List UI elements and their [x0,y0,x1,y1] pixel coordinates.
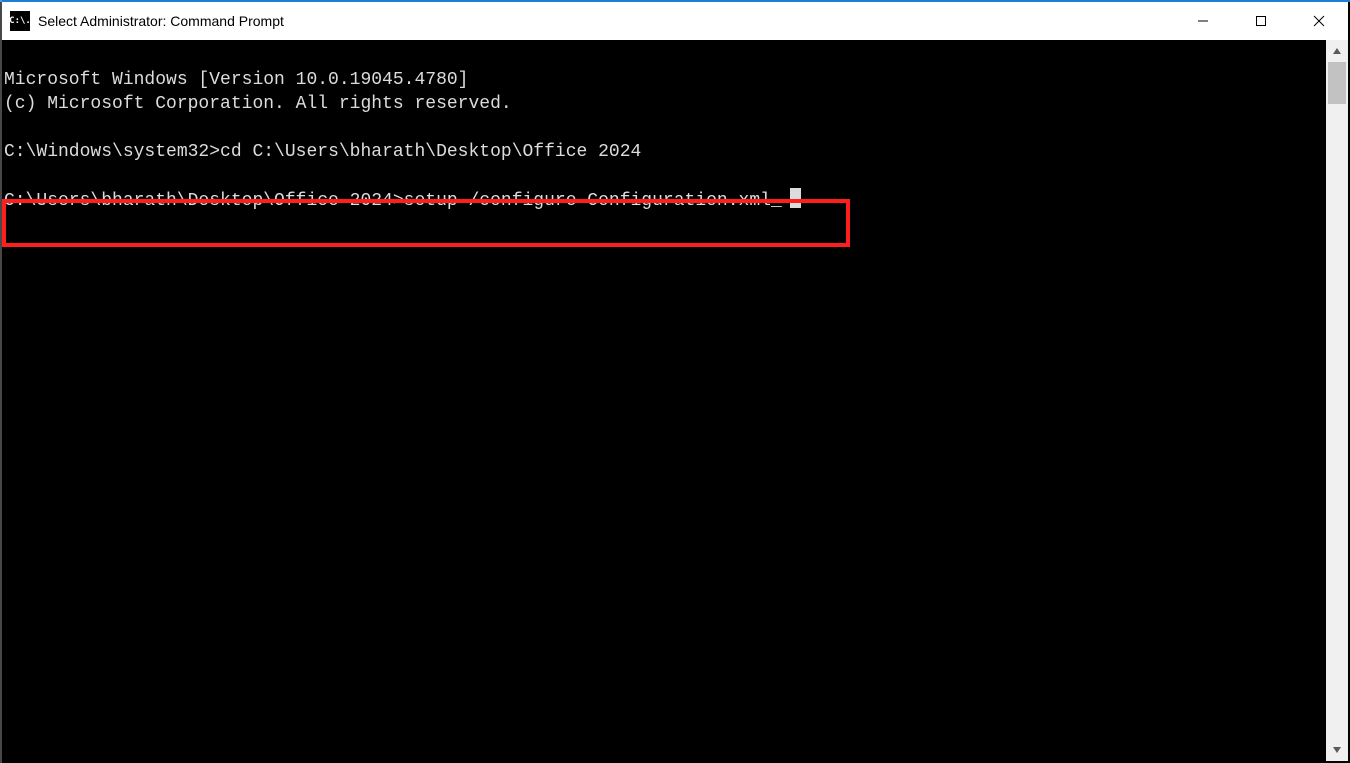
prompt-cmd-1: cd C:\Users\bharath\Desktop\Office 2024 [220,142,641,162]
console-prompt-1: C:\Windows\system32>cd C:\Users\bharath\… [4,142,641,162]
prompt-path-2: C:\Users\bharath\Desktop\Office 2024> [4,191,404,211]
console-area: Microsoft Windows [Version 10.0.19045.47… [2,40,1348,761]
close-button[interactable] [1290,2,1348,40]
maximize-button[interactable] [1232,2,1290,40]
caret-underscore: _ [771,189,782,213]
minimize-button[interactable] [1174,2,1232,40]
cmd-app-icon-label: C:\. [9,17,31,26]
scroll-up-arrow-icon[interactable] [1326,40,1348,62]
scroll-down-arrow-icon[interactable] [1326,739,1348,761]
console-prompt-2: C:\Users\bharath\Desktop\Office 2024>set… [4,191,801,211]
scroll-track[interactable] [1326,62,1348,739]
prompt-path-1: C:\Windows\system32> [4,142,220,162]
console-line-copyright: (c) Microsoft Corporation. All rights re… [4,94,512,114]
text-cursor [790,188,801,208]
window-title: Select Administrator: Command Prompt [38,13,284,29]
cmd-app-icon: C:\. [10,11,30,31]
titlebar[interactable]: C:\. Select Administrator: Command Promp… [2,2,1348,40]
window-controls [1174,2,1348,40]
prompt-cmd-2: setup /configure Configuration.xml [404,191,771,211]
command-prompt-window: C:\. Select Administrator: Command Promp… [2,2,1348,761]
vertical-scrollbar[interactable] [1326,40,1348,761]
console-output[interactable]: Microsoft Windows [Version 10.0.19045.47… [2,40,1326,761]
console-line-version: Microsoft Windows [Version 10.0.19045.47… [4,70,468,90]
scroll-thumb[interactable] [1328,62,1346,104]
